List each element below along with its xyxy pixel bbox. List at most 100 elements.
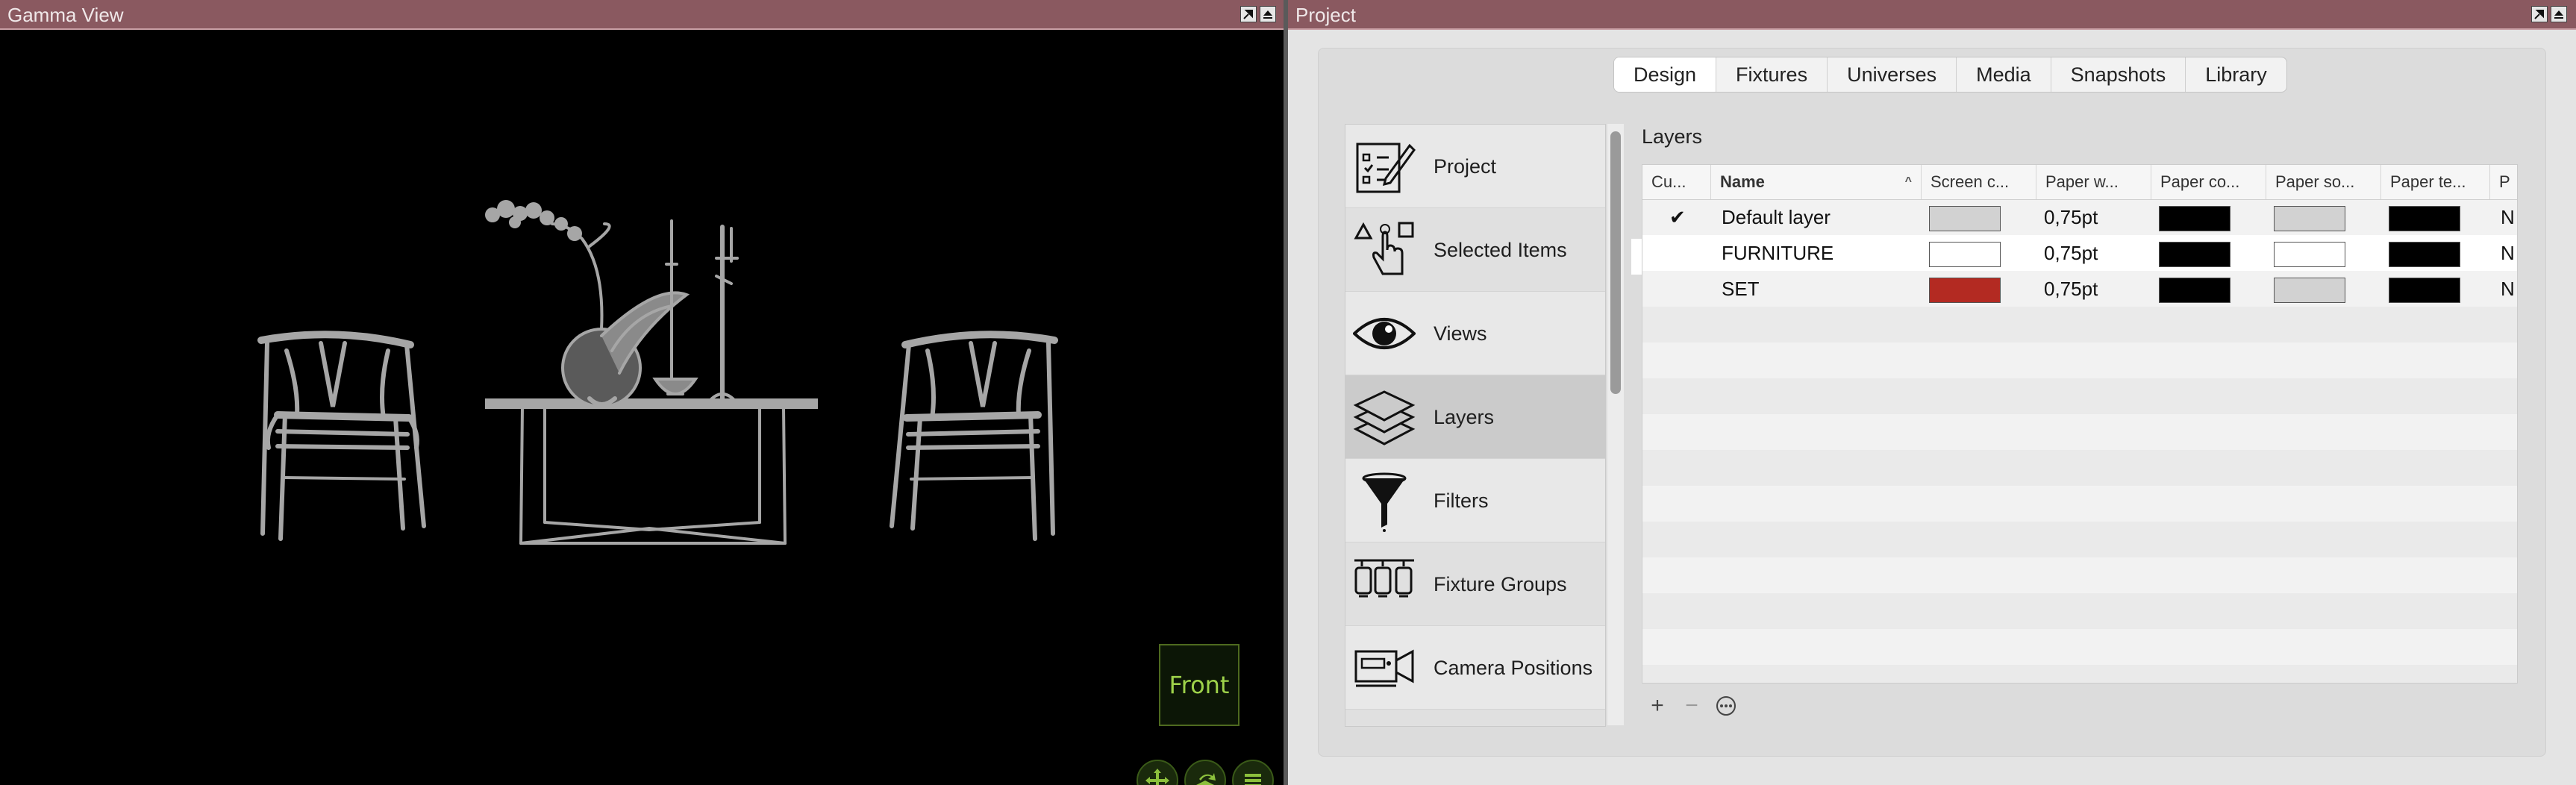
paper-text-swatch[interactable] (2389, 242, 2460, 267)
paper-text-swatch[interactable] (2389, 278, 2460, 303)
screen-color-swatch[interactable] (1929, 278, 2001, 303)
sidebar-item-layers[interactable]: Layers (1345, 375, 1605, 459)
paper-width: 0,75pt (2044, 242, 2098, 264)
more-value: N (2501, 206, 2515, 228)
layer-name: SET (1722, 278, 1760, 300)
sidebar-scrollbar[interactable] (1607, 124, 1624, 725)
more-value: N (2501, 278, 2515, 300)
sidebar-item-fixture-groups[interactable]: Fixture Groups (1345, 542, 1605, 626)
empty-row (1642, 307, 2517, 343)
empty-row (1642, 378, 2517, 414)
tab-universes[interactable]: Universes (1828, 57, 1957, 92)
3d-viewport[interactable]: Front (0, 30, 1284, 785)
tab-snapshots[interactable]: Snapshots (2051, 57, 2186, 92)
right-chair (890, 331, 1058, 541)
sidebar-item-label: Fixture Groups (1434, 573, 1567, 595)
camera-icon (1354, 649, 1414, 687)
paper-width: 0,75pt (2044, 206, 2098, 228)
empty-row (1642, 557, 2517, 593)
tab-media[interactable]: Media (1957, 57, 2051, 92)
tab-library[interactable]: Library (2186, 57, 2286, 92)
empty-row (1642, 522, 2517, 557)
current-check: ✔ (1669, 206, 1686, 228)
sidebar-item-label: Camera Positions (1434, 657, 1593, 679)
screen-color-swatch[interactable] (1929, 242, 2001, 267)
table-row[interactable]: SET 0,75pt N (1642, 271, 2517, 307)
empty-row (1642, 343, 2517, 378)
paper-solid-swatch[interactable] (2274, 206, 2345, 231)
col-paper-color[interactable]: Paper co... (2151, 165, 2266, 199)
paper-solid-swatch[interactable] (2274, 242, 2345, 267)
sidebar-item-label: Filters (1434, 490, 1489, 512)
paper-text-swatch[interactable] (2389, 206, 2460, 231)
col-current[interactable]: Cu... (1642, 165, 1711, 199)
col-paper-solid[interactable]: Paper so... (2266, 165, 2381, 199)
front-view-button[interactable]: Front (1159, 644, 1239, 726)
more-options-button[interactable] (1709, 692, 1743, 719)
sidebar-item-selected-items[interactable]: Selected Items (1345, 208, 1605, 292)
table-row[interactable]: FURNITURE 0,75pt N (1642, 235, 2517, 271)
project-title: Project (1295, 4, 1356, 26)
orchid-flowers (485, 200, 582, 241)
paper-solid-swatch[interactable] (2274, 278, 2345, 303)
table-header: Cu... Name ^ Screen c... Paper w... Pape… (1642, 165, 2517, 200)
paper-color-swatch[interactable] (2159, 206, 2230, 231)
empty-row (1642, 450, 2517, 486)
more-value: N (2501, 242, 2515, 264)
col-screen-color[interactable]: Screen c... (1922, 165, 2036, 199)
sidebar-item-camera-positions[interactable]: Camera Positions (1345, 626, 1605, 710)
sidebar-item-filters[interactable]: Filters (1345, 459, 1605, 542)
empty-row (1642, 486, 2517, 522)
gamma-view-title: Gamma View (7, 4, 124, 26)
paper-color-swatch[interactable] (2159, 242, 2230, 267)
layers-icon (1353, 390, 1416, 445)
gamma-view-panel: Gamma View Front (0, 0, 1284, 785)
sidebar-item-label: Views (1434, 322, 1487, 345)
ellipsis-circle-icon (1716, 696, 1736, 716)
scene-render (257, 200, 1058, 545)
sidebar-item-label: Project (1434, 155, 1497, 178)
maximize-icon[interactable] (1260, 6, 1276, 22)
table-row[interactable]: ✔ Default layer 0,75pt N (1642, 199, 2517, 235)
col-more[interactable]: P (2490, 165, 2517, 199)
tab-fixtures[interactable]: Fixtures (1716, 57, 1828, 92)
col-paper-width[interactable]: Paper w... (2036, 165, 2151, 199)
pin-icon[interactable] (1240, 6, 1257, 22)
design-sidebar: Project Selected Items Views Layers Filt… (1345, 124, 1606, 727)
fixture-group-icon (1354, 559, 1414, 598)
checklist-pen-icon (1356, 143, 1416, 193)
col-name-label: Name (1720, 172, 1765, 191)
section-title: Layers (1642, 125, 1703, 148)
paper-color-swatch[interactable] (2159, 278, 2230, 303)
shapes-hand-icon (1354, 222, 1414, 275)
layer-name: FURNITURE (1722, 242, 1834, 264)
paper-width: 0,75pt (2044, 278, 2098, 300)
pin-icon[interactable] (2531, 6, 2548, 22)
left-chair (257, 331, 426, 541)
bowl (652, 378, 698, 395)
sidebar-item-views[interactable]: Views (1345, 292, 1605, 375)
sidebar-scroll-thumb[interactable] (1610, 131, 1621, 394)
empty-row (1642, 665, 2517, 683)
project-titlebar: Project (1288, 0, 2576, 30)
empty-row (1642, 593, 2517, 629)
tab-design[interactable]: Design (1614, 57, 1717, 92)
candle-holders (665, 219, 739, 402)
col-name[interactable]: Name ^ (1711, 165, 1922, 199)
maximize-icon[interactable] (2551, 6, 2567, 22)
sidebar-item-label: Layers (1434, 406, 1495, 428)
empty-row (1642, 414, 2517, 450)
funnel-icon (1362, 472, 1407, 532)
screen-color-swatch[interactable] (1929, 206, 2001, 231)
sidebar-item-partial[interactable] (1345, 710, 1605, 726)
remove-layer-button[interactable]: − (1675, 692, 1709, 719)
layers-footer: + − (1640, 692, 1743, 719)
sidebar-item-project[interactable]: Project (1345, 125, 1605, 208)
col-paper-text[interactable]: Paper te... (2381, 165, 2490, 199)
table (485, 398, 818, 545)
sidebar-item-label: Selected Items (1434, 239, 1567, 261)
project-tabs: Design Fixtures Universes Media Snapshot… (1613, 57, 2287, 93)
layers-table: Cu... Name ^ Screen c... Paper w... Pape… (1642, 164, 2518, 684)
sort-asc-icon: ^ (1904, 175, 1912, 188)
add-layer-button[interactable]: + (1640, 692, 1675, 719)
